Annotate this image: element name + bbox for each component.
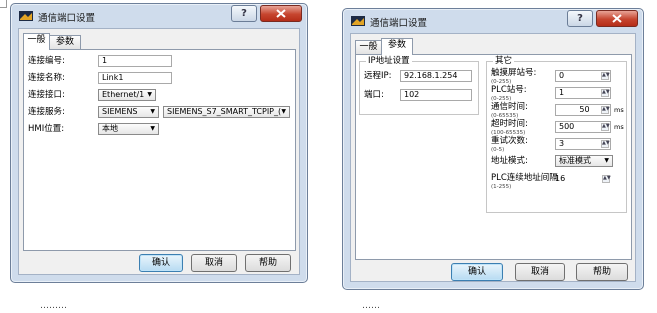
touch-station-input[interactable]: 0 ▲▼ bbox=[555, 70, 611, 82]
conn-port-select[interactable]: Ethernet/1 ▼ bbox=[98, 89, 156, 101]
comm-time-unit: ms bbox=[614, 106, 624, 114]
plc-station-label: PLC站号: (0-255) bbox=[491, 85, 527, 102]
timeout-input[interactable]: 500 ▲▼ bbox=[555, 121, 611, 133]
chevron-down-icon: ▼ bbox=[281, 108, 286, 115]
spin-arrows-icon[interactable]: ▲▼ bbox=[601, 123, 610, 131]
title-help-button[interactable]: ? bbox=[567, 10, 593, 27]
conn-service-value: SIEMENS bbox=[102, 107, 138, 116]
conn-port-label: 连接接口: bbox=[28, 90, 65, 100]
close-icon bbox=[612, 14, 622, 23]
left-general-panel: 连接编号: 1 连接名称: Link1 连接接口: Ethernet/1 ▼ 连… bbox=[23, 49, 296, 251]
conn-driver-select[interactable]: SIEMENS_S7_SMART_TCPIP_( ▼ bbox=[163, 106, 290, 118]
other-settings-group: 其它 触摸屏站号: (0-255) 0 ▲▼ PLC站号: (0-255) 1 ▲▼… bbox=[486, 56, 627, 213]
dialog-title: 通信端口设置 bbox=[370, 18, 428, 29]
right-params-panel: IP地址设置 远程IP: 92.168.1.254 端口: 102 其它 触摸屏… bbox=[355, 54, 632, 260]
title-help-button[interactable]: ? bbox=[231, 5, 257, 22]
timeout-unit: ms bbox=[614, 123, 624, 131]
app-icon bbox=[351, 16, 365, 26]
spin-arrows-icon[interactable]: ▲▼ bbox=[601, 140, 610, 148]
comm-time-label: 通信时间: (0-65535) bbox=[491, 102, 528, 119]
right-title-bar[interactable]: 通信端口设置 ? bbox=[343, 9, 643, 33]
dialog-title: 通信端口设置 bbox=[38, 13, 96, 24]
retry-input[interactable]: 3 ▲▼ bbox=[555, 138, 611, 150]
title-close-button[interactable] bbox=[260, 5, 302, 22]
tab-general[interactable]: 一般 bbox=[23, 33, 50, 50]
right-caption-fragment: …… bbox=[362, 301, 380, 311]
cancel-button[interactable]: 取消 bbox=[515, 263, 565, 281]
close-icon bbox=[276, 9, 286, 18]
plc-interval-input[interactable]: 16 ▲▼ bbox=[555, 174, 611, 186]
title-close-button[interactable] bbox=[596, 10, 638, 27]
remote-ip-input[interactable]: 92.168.1.254 bbox=[400, 70, 472, 82]
conn-port-value: Ethernet/1 bbox=[102, 90, 145, 99]
cancel-button[interactable]: 取消 bbox=[191, 254, 237, 272]
spin-arrows-icon[interactable]: ▲▼ bbox=[601, 89, 610, 97]
tab-general[interactable]: 一般 bbox=[355, 40, 382, 54]
addr-mode-label: 地址模式: bbox=[491, 156, 528, 166]
other-group-legend: 其它 bbox=[493, 56, 515, 67]
right-dialog-window: 通信端口设置 ? 一般 参数 IP地址设置 远程IP: 92.168.1.254… bbox=[342, 8, 644, 290]
chevron-down-icon: ▼ bbox=[150, 125, 155, 132]
help-icon: ? bbox=[577, 13, 583, 24]
spin-arrows-icon[interactable]: ▲▼ bbox=[602, 175, 611, 183]
hmi-pos-select[interactable]: 本地 ▼ bbox=[98, 123, 159, 135]
chevron-down-icon: ▼ bbox=[150, 108, 155, 115]
plc-station-input[interactable]: 1 ▲▼ bbox=[555, 87, 611, 99]
comm-time-input[interactable]: 50 ▲▼ bbox=[555, 104, 611, 116]
chevron-down-icon: ▼ bbox=[147, 91, 152, 98]
right-client-area: 一般 参数 IP地址设置 远程IP: 92.168.1.254 端口: 102 … bbox=[350, 33, 636, 282]
retry-label: 重试次数: (0-5) bbox=[491, 136, 528, 153]
spin-arrows-icon[interactable]: ▲▼ bbox=[601, 72, 610, 80]
conn-driver-value: SIEMENS_S7_SMART_TCPIP_( bbox=[167, 107, 282, 116]
conn-name-label: 连接名称: bbox=[28, 73, 65, 83]
left-dialog-window: 通信端口设置 ? 一般 参数 连接编号: 1 连接名称: Link1 连接接口:… bbox=[10, 3, 308, 283]
remote-ip-label: 远程IP: bbox=[364, 71, 392, 81]
help-icon: ? bbox=[241, 8, 247, 19]
left-client-area: 一般 参数 连接编号: 1 连接名称: Link1 连接接口: Ethernet… bbox=[18, 28, 300, 275]
timeout-label: 超时时间: (100-65535) bbox=[491, 119, 528, 136]
chevron-down-icon: ▼ bbox=[604, 157, 609, 164]
addr-mode-value: 标准模式 bbox=[559, 156, 591, 165]
addr-mode-select[interactable]: 标准模式 ▼ bbox=[555, 155, 613, 167]
ip-address-group: IP地址设置 远程IP: 92.168.1.254 端口: 102 bbox=[359, 56, 479, 115]
hmi-pos-value: 本地 bbox=[102, 124, 118, 133]
conn-no-input[interactable]: 1 bbox=[98, 55, 172, 67]
ok-button[interactable]: 确认 bbox=[451, 263, 503, 281]
help-button[interactable]: 帮助 bbox=[576, 263, 628, 281]
spin-arrows-icon[interactable]: ▲▼ bbox=[601, 106, 610, 114]
tab-params[interactable]: 参数 bbox=[49, 35, 81, 49]
conn-service-select[interactable]: SIEMENS ▼ bbox=[98, 106, 159, 118]
conn-name-input[interactable]: Link1 bbox=[98, 72, 172, 84]
app-icon bbox=[19, 11, 33, 21]
plc-interval-label: PLC连续地址间隔 (1-255) bbox=[491, 173, 558, 190]
port-label: 端口: bbox=[364, 90, 384, 100]
conn-service-label: 连接服务: bbox=[28, 107, 65, 117]
help-button[interactable]: 帮助 bbox=[245, 254, 291, 272]
port-input[interactable]: 102 bbox=[400, 89, 472, 101]
tab-params[interactable]: 参数 bbox=[381, 38, 413, 55]
ok-button[interactable]: 确认 bbox=[139, 254, 183, 272]
left-title-bar[interactable]: 通信端口设置 ? bbox=[11, 4, 307, 28]
touch-station-label: 触摸屏站号: (0-255) bbox=[491, 68, 537, 85]
hmi-pos-label: HMI位置: bbox=[28, 124, 65, 134]
corner-line-vertical bbox=[6, 0, 7, 8]
conn-no-label: 连接编号: bbox=[28, 56, 65, 66]
ip-group-legend: IP地址设置 bbox=[366, 56, 412, 67]
left-caption-fragment: ……… bbox=[40, 301, 67, 311]
